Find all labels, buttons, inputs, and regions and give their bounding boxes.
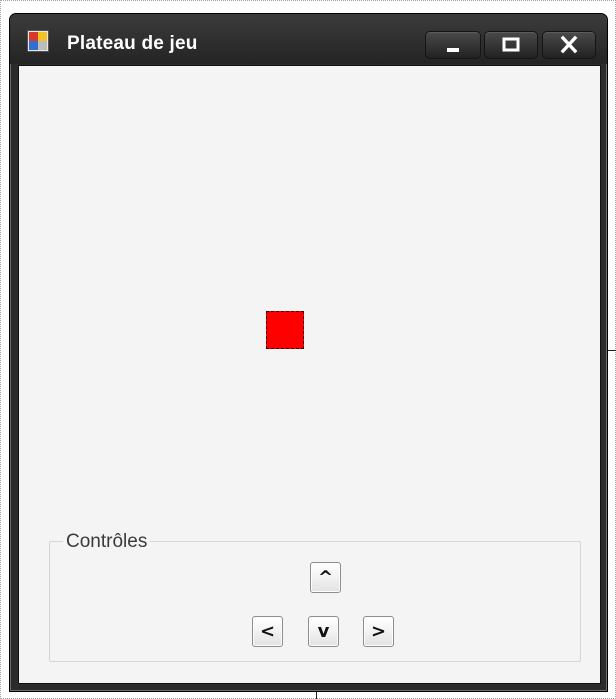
game-board: Contrôles ^ < v > [18, 65, 601, 684]
right-arrow-label: > [370, 621, 387, 642]
game-board-window: Plateau de jeu Contrôles ^ < v > [9, 13, 608, 692]
player-square[interactable] [266, 311, 304, 349]
controls-group-label: Contrôles [63, 532, 151, 551]
down-arrow-label: v [317, 621, 330, 642]
title-bar[interactable]: Plateau de jeu [10, 14, 607, 64]
move-left-button[interactable]: < [252, 616, 283, 647]
minimize-icon [447, 48, 459, 52]
close-button[interactable] [542, 31, 596, 59]
left-arrow-label: < [259, 621, 276, 642]
controls-groupbox: Contrôles ^ < v > [49, 532, 581, 662]
maximize-icon [502, 37, 520, 52]
move-right-button[interactable]: > [363, 616, 394, 647]
up-arrow-label: ^ [317, 567, 334, 588]
close-icon [560, 35, 578, 54]
anchor-tick [608, 350, 616, 351]
minimize-button[interactable] [425, 31, 481, 59]
window-title: Plateau de jeu [67, 33, 198, 54]
move-up-button[interactable]: ^ [310, 562, 341, 593]
form-app-icon [27, 30, 49, 52]
maximize-button[interactable] [484, 31, 538, 59]
move-down-button[interactable]: v [308, 616, 339, 647]
